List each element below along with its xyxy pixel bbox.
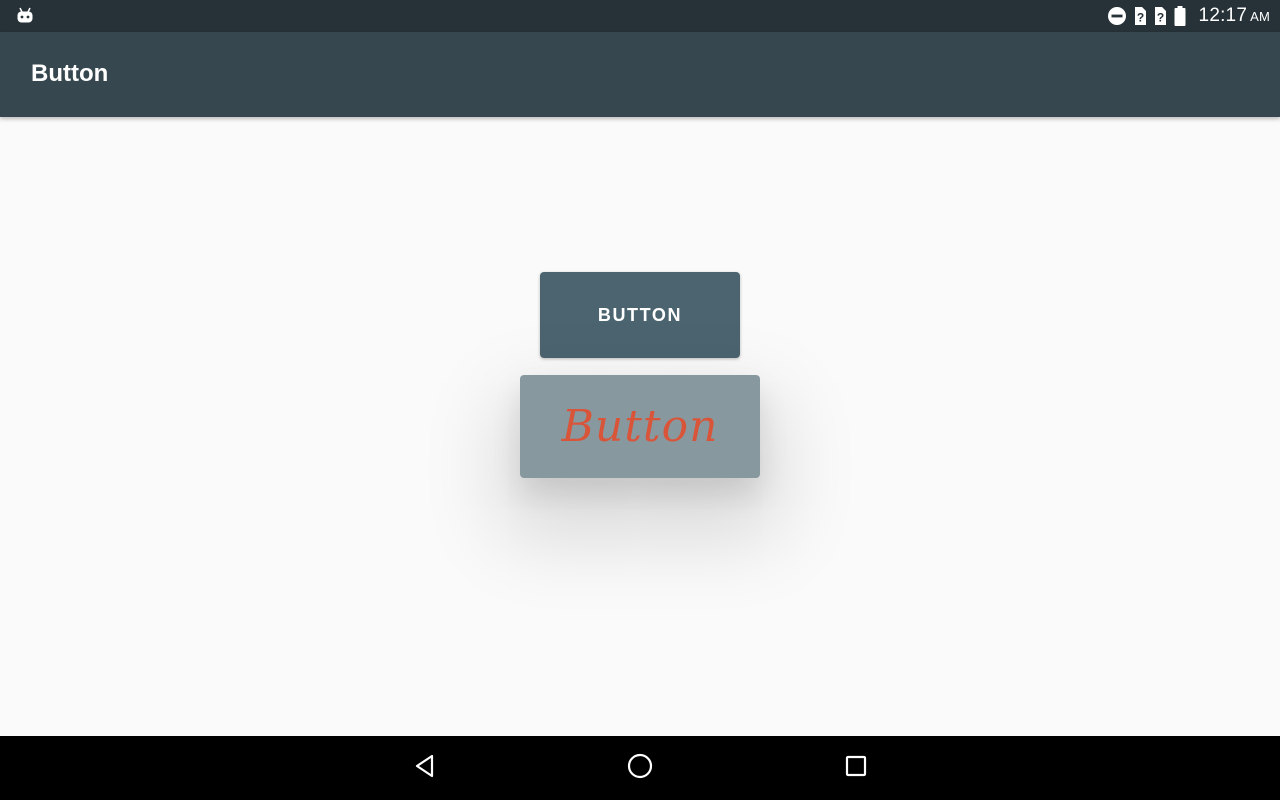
svg-text:?: ? bbox=[1156, 11, 1163, 25]
main-content: BUTTON Button bbox=[0, 117, 1280, 736]
status-bar: ? ? 12:17 AM bbox=[0, 0, 1280, 32]
status-time: 12:17 AM bbox=[1199, 5, 1270, 27]
status-icons: ? ? 12:17 AM bbox=[1107, 0, 1270, 32]
page-title: Button bbox=[31, 60, 109, 87]
clock-ampm: AM bbox=[1250, 9, 1270, 24]
app-bar: Button bbox=[0, 32, 1280, 117]
svg-text:?: ? bbox=[1136, 11, 1143, 25]
battery-icon bbox=[1173, 5, 1187, 27]
unknown-sim-icon: ? bbox=[1153, 6, 1167, 26]
do-not-disturb-icon bbox=[1107, 6, 1127, 26]
screen: ? ? 12:17 AM Button BUTTON Button bbox=[0, 0, 1280, 800]
home-icon bbox=[626, 752, 654, 785]
back-icon bbox=[412, 753, 438, 784]
navigation-bar bbox=[0, 736, 1280, 800]
recents-icon bbox=[844, 754, 868, 783]
primary-button[interactable]: BUTTON bbox=[540, 272, 740, 358]
clock-time: 12:17 bbox=[1198, 5, 1248, 26]
recents-button[interactable] bbox=[836, 748, 876, 788]
home-button[interactable] bbox=[620, 748, 660, 788]
back-button[interactable] bbox=[405, 748, 445, 788]
unknown-sim-icon: ? bbox=[1133, 6, 1147, 26]
android-icon bbox=[16, 7, 34, 25]
styled-button[interactable]: Button bbox=[520, 375, 760, 478]
